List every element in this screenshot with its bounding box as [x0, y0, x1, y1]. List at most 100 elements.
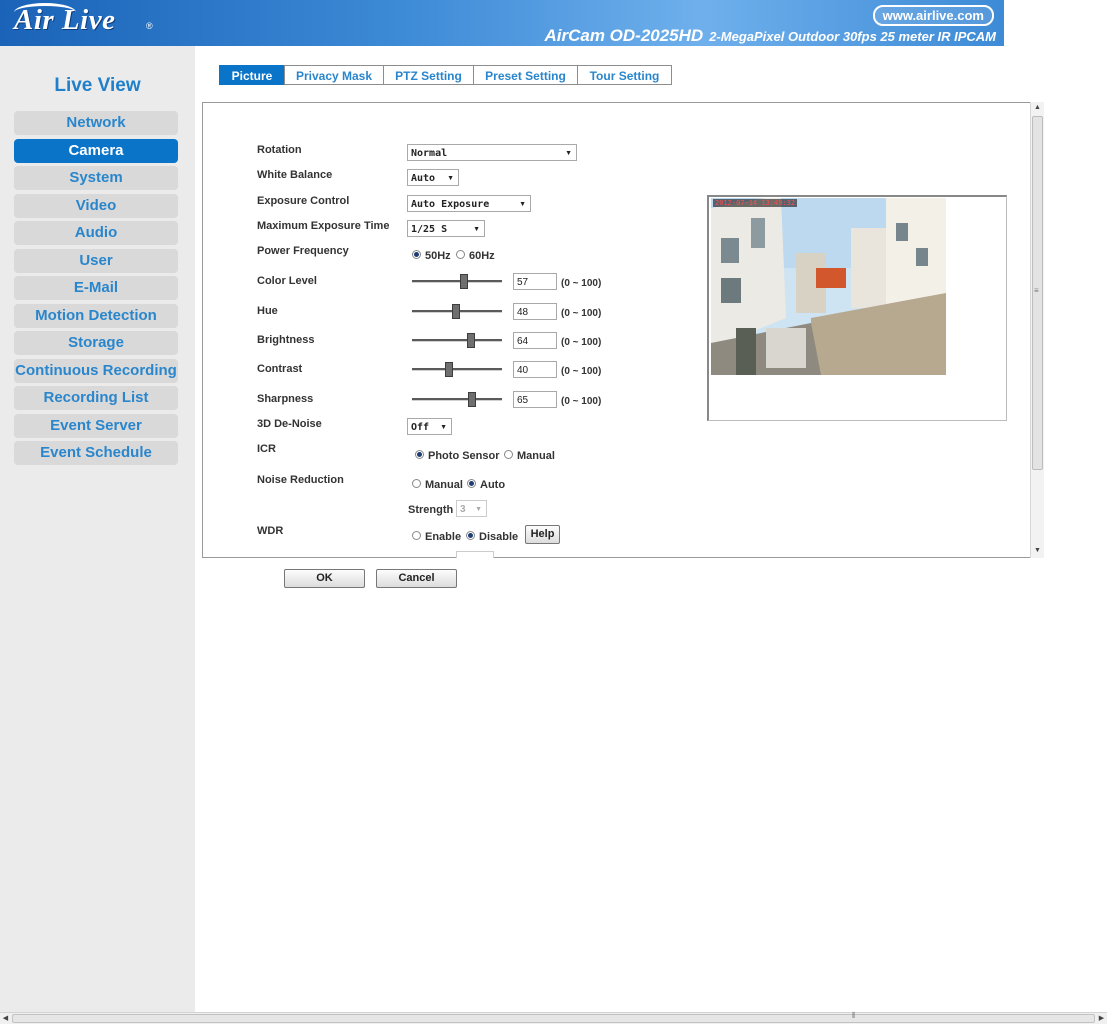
color-level-input[interactable]: 57 [513, 273, 557, 290]
sidebar-item-system[interactable]: System [14, 166, 178, 190]
power-frequency-label: Power Frequency [257, 245, 349, 257]
sidebar-item-user[interactable]: User [14, 249, 178, 273]
sidebar-item-audio[interactable]: Audio [14, 221, 178, 245]
sidebar-item-network[interactable]: Network [14, 111, 178, 135]
icr-manual-label: Manual [517, 450, 555, 462]
chevron-down-icon: ▼ [440, 424, 447, 431]
contrast-input[interactable]: 40 [513, 361, 557, 378]
max-exposure-time-label: Maximum Exposure Time [257, 220, 390, 232]
wdr-level-select-partial[interactable] [456, 551, 494, 558]
power-frequency-60hz-label: 60Hz [469, 250, 495, 262]
max-exposure-time-value: 1/25 S [411, 224, 448, 235]
max-exposure-time-select[interactable]: 1/25 S ▼ [407, 220, 485, 237]
noise-reduction-auto-radio[interactable] [467, 479, 476, 488]
tab-privacy-mask[interactable]: Privacy Mask [284, 65, 384, 85]
sidebar-item-event-schedule[interactable]: Event Schedule [14, 441, 178, 465]
brightness-input[interactable]: 64 [513, 332, 557, 349]
icr-label: ICR [257, 443, 276, 455]
power-frequency-50hz-label: 50Hz [425, 250, 451, 262]
rotation-select[interactable]: Normal ▼ [407, 144, 577, 161]
sharpness-label: Sharpness [257, 393, 314, 405]
brightness-range: (0 ~ 100) [561, 337, 602, 348]
sidebar-item-motion-detection[interactable]: Motion Detection [14, 304, 178, 328]
brightness-slider-track[interactable] [412, 339, 502, 342]
tab-ptz-setting[interactable]: PTZ Setting [383, 65, 474, 85]
sidebar-item-video[interactable]: Video [14, 194, 178, 218]
wdr-enable-radio[interactable] [412, 531, 421, 540]
exposure-control-value: Auto Exposure [411, 199, 490, 210]
power-frequency-60hz-radio[interactable] [456, 250, 465, 259]
exposure-control-select[interactable]: Auto Exposure ▼ [407, 195, 531, 212]
color-level-label: Color Level [257, 275, 317, 287]
icr-photo-sensor-label: Photo Sensor [428, 450, 500, 462]
scroll-up-icon[interactable]: ▲ [1031, 102, 1044, 114]
horizontal-scroll-grip-icon: ⦀ [852, 1011, 856, 1020]
hue-slider-handle[interactable] [452, 304, 460, 319]
contrast-label: Contrast [257, 363, 303, 375]
strength-value: 3 [460, 504, 466, 515]
hue-input[interactable]: 48 [513, 303, 557, 320]
scroll-down-icon[interactable]: ▼ [1031, 545, 1044, 557]
sidebar-item-camera[interactable]: Camera [14, 139, 178, 163]
model-name: AirCam OD-2025HD [544, 26, 704, 45]
hue-range: (0 ~ 100) [561, 308, 602, 319]
sharpness-slider-handle[interactable] [468, 392, 476, 407]
chevron-down-icon: ▼ [565, 150, 572, 157]
panel-vertical-scrollbar[interactable]: ▲ ≡ ▼ [1030, 102, 1044, 558]
chevron-down-icon: ▼ [475, 506, 482, 513]
cancel-button[interactable]: Cancel [376, 569, 457, 588]
sidebar-item-recording-list[interactable]: Recording List [14, 386, 178, 410]
sidebar-item-email[interactable]: E-Mail [14, 276, 178, 300]
site-url[interactable]: www.airlive.com [872, 5, 994, 26]
strength-label: Strength [408, 504, 454, 516]
wdr-label: WDR [257, 525, 284, 537]
chevron-down-icon: ▼ [473, 226, 480, 233]
tab-tour-setting[interactable]: Tour Setting [577, 65, 672, 85]
contrast-slider-handle[interactable] [445, 362, 453, 377]
noise-reduction-manual-radio[interactable] [412, 479, 421, 488]
denoise-select[interactable]: Off ▼ [407, 418, 452, 435]
brightness-slider-handle[interactable] [467, 333, 475, 348]
rotation-label: Rotation [257, 144, 302, 156]
sidebar-item-storage[interactable]: Storage [14, 331, 178, 355]
model-title: AirCam OD-2025HD 2-MegaPixel Outdoor 30fp… [544, 26, 996, 46]
wdr-disable-radio[interactable] [466, 531, 475, 540]
power-frequency-50hz-radio[interactable] [412, 250, 421, 259]
denoise-label: 3D De-Noise [257, 418, 322, 430]
rotation-value: Normal [411, 148, 448, 159]
sharpness-slider-track[interactable] [412, 398, 502, 401]
sharpness-range: (0 ~ 100) [561, 396, 602, 407]
white-balance-value: Auto [411, 173, 436, 184]
airlive-logo: Air Live [14, 4, 116, 36]
header-banner: Air Live ® www.airlive.com AirCam OD-202… [0, 0, 1004, 46]
scroll-left-icon[interactable]: ◀ [0, 1013, 11, 1024]
color-level-range: (0 ~ 100) [561, 278, 602, 289]
color-level-slider-track[interactable] [412, 280, 502, 283]
chevron-down-icon: ▼ [519, 201, 526, 208]
color-level-slider-handle[interactable] [460, 274, 468, 289]
brightness-label: Brightness [257, 334, 315, 346]
sharpness-input[interactable]: 65 [513, 391, 557, 408]
camera-preview-image: 2012-07-14 13:49:32 [711, 198, 946, 375]
sidebar-item-event-server[interactable]: Event Server [14, 414, 178, 438]
strength-select[interactable]: 3 ▼ [456, 500, 487, 517]
preview-timestamp: 2012-07-14 13:49:32 [713, 199, 798, 207]
icr-manual-radio[interactable] [504, 450, 513, 459]
hue-label: Hue [257, 305, 278, 317]
denoise-value: Off [411, 422, 430, 433]
ok-button[interactable]: OK [284, 569, 365, 588]
white-balance-label: White Balance [257, 169, 333, 181]
white-balance-select[interactable]: Auto ▼ [407, 169, 459, 186]
tab-picture[interactable]: Picture [219, 65, 285, 85]
page-horizontal-scrollbar[interactable]: ◀ ⦀ ▶ [0, 1011, 1107, 1024]
horizontal-scroll-thumb[interactable] [12, 1014, 1095, 1023]
noise-reduction-manual-label: Manual [425, 479, 463, 491]
tab-preset-setting[interactable]: Preset Setting [473, 65, 578, 85]
scroll-right-icon[interactable]: ▶ [1096, 1013, 1107, 1024]
contrast-slider-track[interactable] [412, 368, 502, 371]
sidebar-item-continuous-recording[interactable]: Continuous Recording [14, 359, 178, 383]
icr-photo-sensor-radio[interactable] [415, 450, 424, 459]
wdr-disable-label: Disable [479, 531, 519, 543]
wdr-help-button[interactable]: Help [525, 525, 560, 544]
live-view-link[interactable]: Live View [0, 75, 195, 97]
